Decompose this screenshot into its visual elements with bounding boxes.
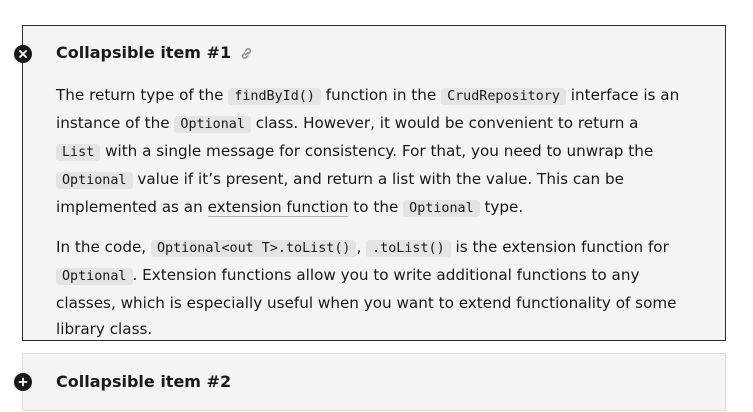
plus-circle-icon[interactable] [14,373,32,391]
inline-code: Optional [403,200,480,217]
collapsible-item-1: Collapsible item #1 The return type of t… [22,25,726,341]
content-paragraph: In the code, Optional<out T>.toList(), .… [56,234,686,342]
text-segment: function in the [320,86,442,104]
collapsible-item-1-header[interactable]: Collapsible item #1 [56,43,254,62]
inline-code: Optional [174,116,251,133]
collapsible-item-1-content: The return type of the findById() functi… [56,82,686,354]
text-segment: . Extension functions allow you to write… [56,266,677,338]
collapsible-item-2-title[interactable]: Collapsible item #2 [56,372,231,391]
inline-code: CrudRepository [441,88,566,105]
content-paragraph: The return type of the findById() functi… [56,82,686,222]
text-segment: type. [479,198,524,216]
text-segment: is the extension function for [450,238,669,256]
extension-function-link[interactable]: extension function [207,198,349,217]
text-segment: class. However, it would be convenient t… [250,114,639,132]
text-segment: , [356,238,367,256]
inline-code: Optional [56,172,133,189]
link-icon[interactable] [239,46,254,61]
inline-code: Optional [56,268,133,285]
text-segment: with a single message for consistency. F… [100,142,654,160]
inline-code: .toList() [366,240,451,257]
close-circle-icon[interactable] [14,45,32,63]
text-segment: to the [348,198,404,216]
collapsible-item-2: Collapsible item #2 [22,353,726,411]
text-segment: In the code, [56,238,151,256]
text-segment: The return type of the [56,86,229,104]
inline-code: List [56,144,101,161]
inline-code: findById() [228,88,321,105]
inline-code: Optional<out T>.toList() [150,240,357,257]
collapsible-item-2-header[interactable]: Collapsible item #2 [56,372,231,391]
collapsible-item-1-title[interactable]: Collapsible item #1 [56,43,231,62]
